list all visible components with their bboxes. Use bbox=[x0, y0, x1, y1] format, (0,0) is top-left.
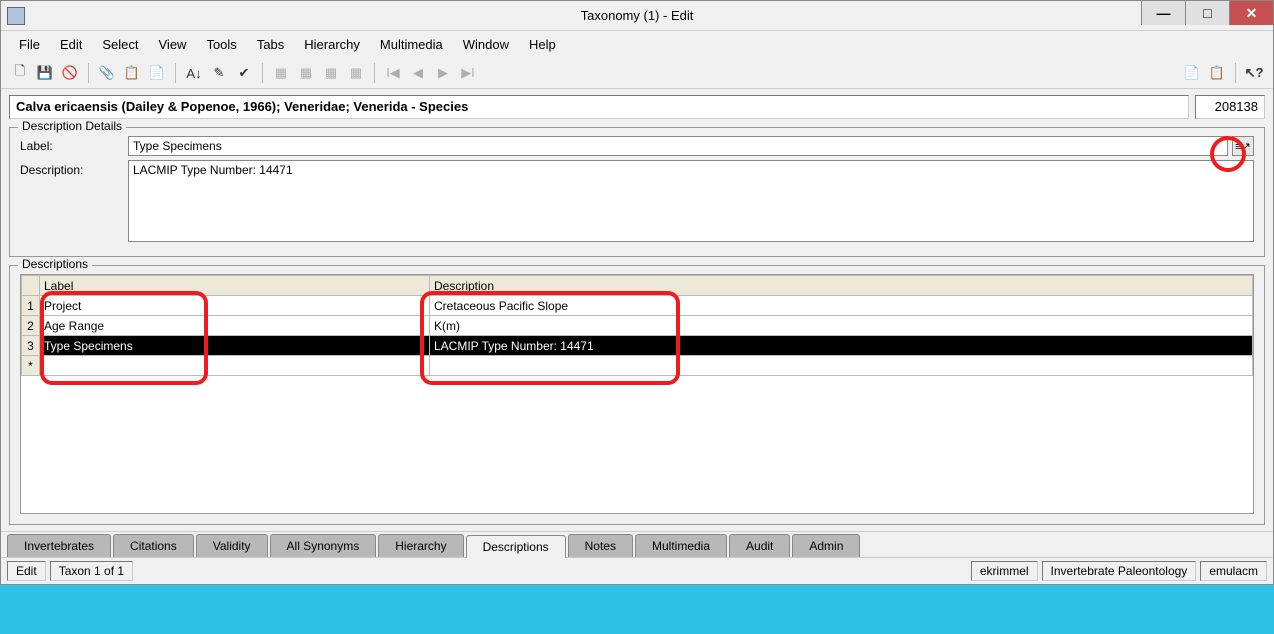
new-icon[interactable]: 🗋 bbox=[9, 62, 31, 84]
table-row[interactable]: 1 Project Cretaceous Pacific Slope bbox=[22, 296, 1253, 316]
description-textarea[interactable] bbox=[128, 160, 1254, 242]
menu-edit[interactable]: Edit bbox=[50, 34, 92, 55]
status-host: emulacm bbox=[1200, 561, 1267, 581]
menu-select[interactable]: Select bbox=[92, 34, 148, 55]
tab-all-synonyms[interactable]: All Synonyms bbox=[270, 534, 377, 557]
spell-icon[interactable]: ✔ bbox=[233, 62, 255, 84]
insert-icon[interactable]: 📄 bbox=[146, 62, 168, 84]
minimize-button[interactable]: — bbox=[1141, 1, 1185, 25]
tab-validity[interactable]: Validity bbox=[196, 534, 268, 557]
copy-icon[interactable]: 📄 bbox=[1181, 62, 1203, 84]
col-description[interactable]: Description bbox=[430, 276, 1253, 296]
last-icon: ▶I bbox=[457, 62, 479, 84]
help-icon[interactable]: ↖? bbox=[1243, 62, 1265, 84]
window-title: Taxonomy (1) - Edit bbox=[1, 8, 1273, 23]
tab-citations[interactable]: Citations bbox=[113, 534, 194, 557]
menu-help[interactable]: Help bbox=[519, 34, 566, 55]
maximize-button[interactable]: □ bbox=[1185, 1, 1229, 25]
tab-notes[interactable]: Notes bbox=[568, 534, 633, 557]
lookup-button[interactable]: ≡↗ bbox=[1232, 136, 1254, 156]
cell-label[interactable]: Age Range bbox=[40, 316, 430, 336]
cell-description[interactable]: LACMIP Type Number: 14471 bbox=[430, 336, 1253, 356]
edit-icon[interactable]: ✎ bbox=[208, 62, 230, 84]
tab-multimedia[interactable]: Multimedia bbox=[635, 534, 727, 557]
tab-admin[interactable]: Admin bbox=[792, 534, 860, 557]
tabs-strip: Invertebrates Citations Validity All Syn… bbox=[1, 531, 1273, 557]
status-dept: Invertebrate Paleontology bbox=[1042, 561, 1197, 581]
menubar: File Edit Select View Tools Tabs Hierarc… bbox=[1, 31, 1273, 58]
cell-description[interactable]: K(m) bbox=[430, 316, 1253, 336]
tab-audit[interactable]: Audit bbox=[729, 534, 790, 557]
attach-icon[interactable]: 📎 bbox=[96, 62, 118, 84]
label-label: Label: bbox=[20, 136, 128, 153]
table-new-row[interactable]: * bbox=[22, 356, 1253, 376]
status-user: ekrimmel bbox=[971, 561, 1038, 581]
cell-label[interactable]: Project bbox=[40, 296, 430, 316]
statusbar: Edit Taxon 1 of 1 ekrimmel Invertebrate … bbox=[1, 557, 1273, 584]
menu-tabs[interactable]: Tabs bbox=[247, 34, 294, 55]
table-row[interactable]: 3 Type Specimens LACMIP Type Number: 144… bbox=[22, 336, 1253, 356]
description-label: Description: bbox=[20, 160, 128, 177]
col-label[interactable]: Label bbox=[40, 276, 430, 296]
toolbar: 🗋 💾 🚫 📎 📋 📄 A↓ ✎ ✔ ▦ ▦ ▦ ▦ I◀ ◀ ▶ ▶I 📄 📋… bbox=[1, 58, 1273, 89]
next-icon: ▶ bbox=[432, 62, 454, 84]
first-icon: I◀ bbox=[382, 62, 404, 84]
menu-file[interactable]: File bbox=[9, 34, 50, 55]
details-legend: Description Details bbox=[18, 119, 126, 133]
descriptions-group: Descriptions Label Description 1 Project bbox=[9, 265, 1265, 525]
cell-label[interactable]: Type Specimens bbox=[40, 336, 430, 356]
grid3-icon: ▦ bbox=[320, 62, 342, 84]
status-record: Taxon 1 of 1 bbox=[50, 561, 133, 581]
tab-invertebrates[interactable]: Invertebrates bbox=[7, 534, 111, 557]
prev-icon: ◀ bbox=[407, 62, 429, 84]
ditto-icon[interactable]: 📋 bbox=[121, 62, 143, 84]
grid2-icon: ▦ bbox=[295, 62, 317, 84]
grid4-icon: ▦ bbox=[345, 62, 367, 84]
titlebar: Taxonomy (1) - Edit — □ ✕ bbox=[1, 1, 1273, 31]
save-icon[interactable]: 💾 bbox=[34, 62, 56, 84]
grid1-icon: ▦ bbox=[270, 62, 292, 84]
tab-descriptions[interactable]: Descriptions bbox=[466, 535, 566, 558]
description-details-group: Description Details Label: ≡↗ Descriptio… bbox=[9, 127, 1265, 257]
menu-hierarchy[interactable]: Hierarchy bbox=[294, 34, 370, 55]
cancel-icon[interactable]: 🚫 bbox=[59, 62, 81, 84]
tab-hierarchy[interactable]: Hierarchy bbox=[378, 534, 463, 557]
status-mode: Edit bbox=[7, 561, 46, 581]
menu-tools[interactable]: Tools bbox=[196, 34, 246, 55]
descriptions-table[interactable]: Label Description 1 Project Cretaceous P… bbox=[21, 275, 1253, 376]
grid-corner bbox=[22, 276, 40, 296]
sort-icon[interactable]: A↓ bbox=[183, 62, 205, 84]
cell-description[interactable]: Cretaceous Pacific Slope bbox=[430, 296, 1253, 316]
grid-legend: Descriptions bbox=[18, 257, 92, 271]
app-icon bbox=[7, 7, 25, 25]
record-id: 208138 bbox=[1195, 95, 1265, 119]
menu-window[interactable]: Window bbox=[453, 34, 519, 55]
table-row[interactable]: 2 Age Range K(m) bbox=[22, 316, 1253, 336]
menu-multimedia[interactable]: Multimedia bbox=[370, 34, 453, 55]
menu-view[interactable]: View bbox=[149, 34, 197, 55]
paste-icon[interactable]: 📋 bbox=[1206, 62, 1228, 84]
breadcrumb: Calva ericaensis (Dailey & Popenoe, 1966… bbox=[9, 95, 1189, 119]
close-button[interactable]: ✕ bbox=[1229, 1, 1273, 25]
label-input[interactable] bbox=[128, 136, 1228, 156]
